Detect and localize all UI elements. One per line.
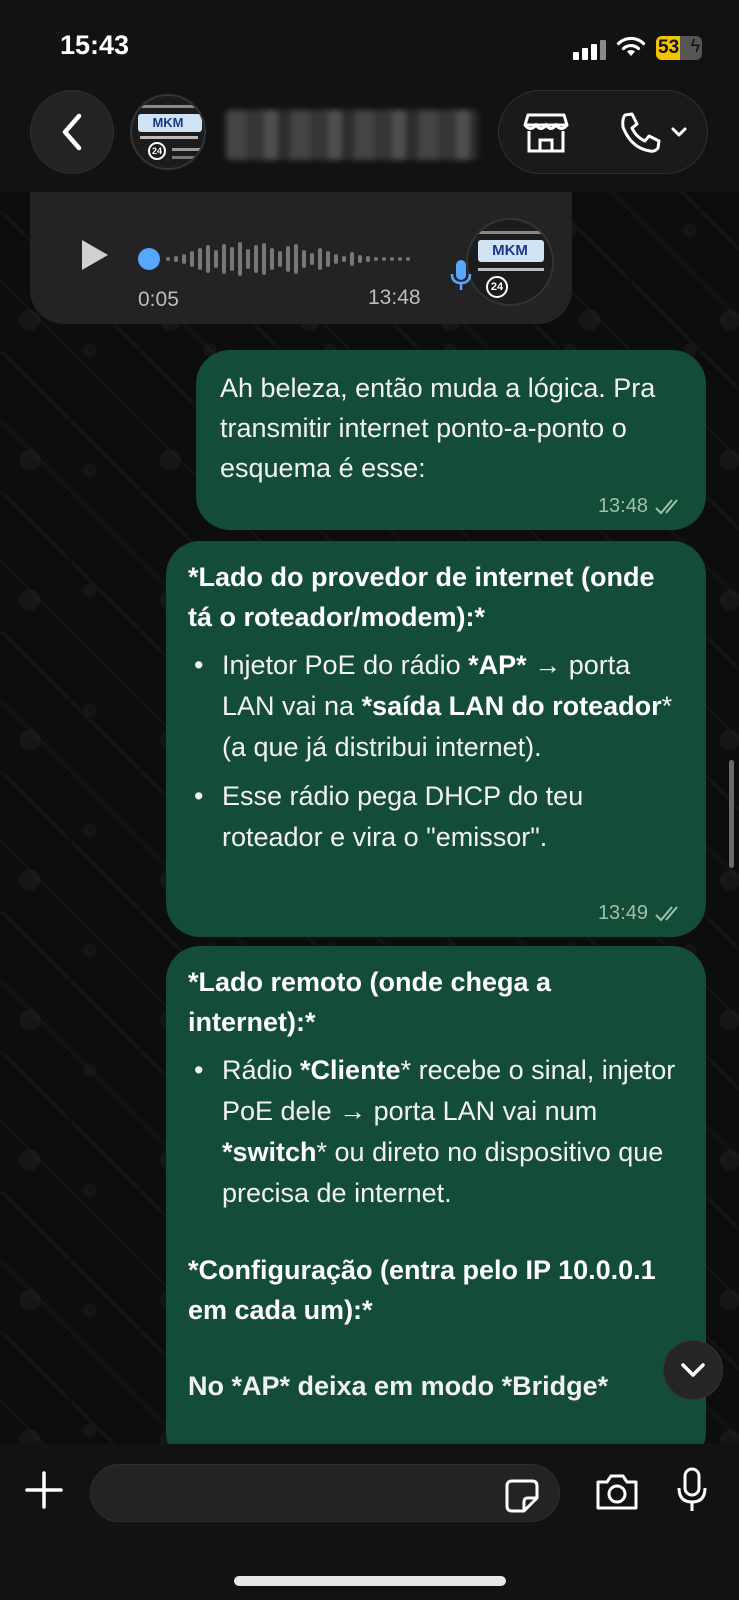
waveform-bar	[350, 252, 354, 266]
waveform-bar	[406, 257, 410, 261]
waveform-bar	[246, 249, 250, 269]
list-item: Injetor PoE do rádio *AP* → porta LAN va…	[188, 645, 686, 768]
bold-run: *saída LAN do roteador	[361, 691, 662, 721]
waveform-bar	[398, 257, 402, 261]
play-icon[interactable]	[80, 238, 110, 272]
waveform-bar	[214, 250, 218, 268]
waveform-bar	[286, 246, 290, 272]
waveform-bar	[358, 255, 362, 263]
text-run: Rádio	[222, 1055, 301, 1085]
waveform-bar	[166, 257, 170, 261]
bold-run: *AP*	[468, 650, 527, 680]
camera-icon[interactable]	[594, 1472, 640, 1512]
scroll-indicator	[729, 760, 734, 868]
text-run: Injetor PoE do rádio	[222, 650, 469, 680]
contact-avatar[interactable]: MKM 24	[130, 94, 206, 170]
plus-icon[interactable]	[24, 1470, 64, 1510]
home-indicator	[234, 1576, 506, 1586]
avatar-badge: 24	[148, 142, 166, 160]
waveform-bar	[342, 256, 346, 262]
waveform-bar	[262, 243, 266, 275]
double-check-icon	[655, 905, 678, 921]
waveform-bar	[230, 247, 234, 271]
list-item: Esse rádio pega DHCP do teu roteador e v…	[188, 776, 686, 858]
phone-icon[interactable]	[617, 111, 689, 155]
status-bar: 15:43 53 ϟ	[0, 0, 739, 90]
waveform-bar	[222, 244, 226, 274]
back-button[interactable]	[30, 90, 114, 174]
waveform-bar	[302, 250, 306, 268]
battery-icon: 53 ϟ	[656, 36, 702, 60]
chevron-down-icon	[681, 1363, 705, 1377]
message-meta: 13:48	[598, 495, 684, 518]
microphone-icon[interactable]	[676, 1466, 708, 1514]
voice-message-bubble: 0:05 13:48 MKM 24	[30, 192, 572, 324]
waveform-bar	[390, 257, 394, 261]
waveform-bar	[278, 251, 282, 267]
wifi-icon	[616, 36, 646, 56]
message-heading: *Lado do provedor de internet (onde tá o…	[188, 562, 655, 632]
waveform-bar	[174, 256, 178, 262]
message-text-partial: No *AP* deixa em modo *Bridge*	[188, 1371, 609, 1401]
charging-bolt-icon: ϟ	[690, 36, 700, 56]
message-heading: *Lado remoto (onde chega a internet):*	[188, 967, 552, 1037]
waveform-bar	[254, 245, 258, 273]
chevron-left-icon	[62, 113, 82, 151]
waveform-bar	[190, 251, 194, 267]
bold-run: *Cliente	[300, 1055, 401, 1085]
message-time: 13:49	[597, 902, 648, 924]
store-icon[interactable]	[523, 111, 569, 155]
waveform-bar	[206, 245, 210, 273]
message-bubble-outgoing[interactable]: Ah beleza, então muda a lógica. Pra tran…	[196, 350, 706, 530]
message-input[interactable]	[90, 1464, 560, 1522]
waveform-bar	[238, 242, 242, 276]
waveform-bar	[182, 254, 186, 264]
header-actions-pill	[498, 90, 708, 174]
avatar-logo-text: MKM	[152, 115, 184, 130]
voice-progress-dot[interactable]	[138, 248, 160, 270]
waveform-bar	[382, 257, 386, 261]
message-bubble-outgoing[interactable]: *Lado do provedor de internet (onde tá o…	[166, 541, 706, 937]
microphone-icon	[450, 260, 472, 290]
message-composer	[0, 1444, 739, 1600]
status-time: 15:43	[60, 30, 130, 60]
message-text: Ah beleza, então muda a lógica. Pra tran…	[220, 373, 656, 483]
waveform-bar	[326, 251, 330, 267]
message-bubble-outgoing[interactable]: *Lado remoto (onde chega a internet):* R…	[166, 946, 706, 1466]
bold-run: *switch	[222, 1137, 317, 1167]
message-heading: *Configuração (entra pelo IP 10.0.0.1 em…	[188, 1255, 656, 1325]
avatar-logo-text: MKM	[492, 242, 528, 259]
contact-name-blurred[interactable]	[226, 110, 478, 160]
sticker-icon[interactable]	[504, 1478, 540, 1514]
waveform-bar	[198, 248, 202, 270]
double-check-icon	[655, 498, 678, 514]
waveform-bar	[270, 248, 274, 270]
message-time: 13:48	[368, 286, 421, 309]
voice-duration: 0:05	[138, 288, 179, 311]
scroll-to-bottom-button[interactable]	[663, 1340, 723, 1400]
avatar-badge: 24	[486, 276, 508, 298]
waveform-bar	[318, 248, 322, 270]
message-meta: 13:49	[598, 902, 684, 925]
waveform-bar	[366, 256, 370, 262]
cellular-signal-icon	[573, 38, 607, 60]
waveform-bar	[310, 253, 314, 265]
text-run: Esse rádio pega DHCP do teu roteador e v…	[222, 781, 584, 852]
voice-sender-avatar: MKM 24	[466, 218, 554, 306]
chat-header: MKM 24	[0, 88, 739, 192]
battery-percent: 53	[658, 37, 680, 58]
message-time: 13:48	[597, 495, 648, 517]
waveform-bar	[294, 244, 298, 274]
chevron-down-icon	[671, 127, 687, 137]
waveform-bar	[334, 254, 338, 264]
voice-waveform[interactable]	[166, 236, 456, 282]
list-item: Rádio *Cliente* recebe o sinal, injetor …	[188, 1050, 686, 1214]
waveform-bar	[374, 257, 378, 261]
